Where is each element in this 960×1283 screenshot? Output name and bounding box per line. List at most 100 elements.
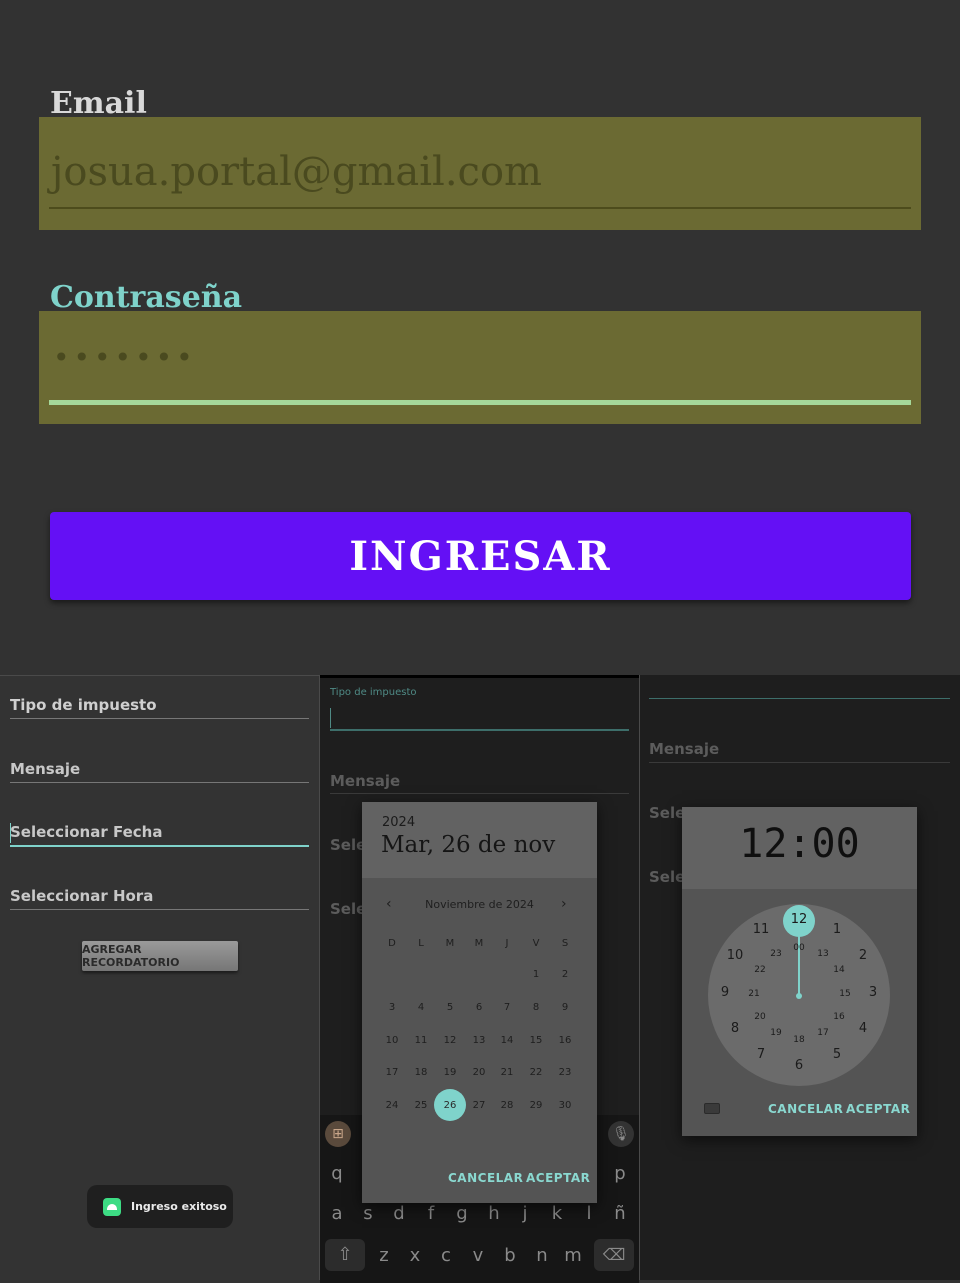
day-cell[interactable]: 27 <box>465 1100 493 1111</box>
day-cell[interactable]: 7 <box>493 1002 521 1013</box>
day-cell[interactable]: 6 <box>465 1002 493 1013</box>
key-d[interactable]: d <box>384 1203 414 1224</box>
day-cell[interactable]: 29 <box>522 1100 550 1111</box>
fecha-input[interactable] <box>10 845 309 847</box>
key-z[interactable]: z <box>369 1245 399 1266</box>
hour-6[interactable]: 6 <box>779 1058 819 1073</box>
key-x[interactable]: x <box>400 1245 430 1266</box>
day-cell[interactable]: 14 <box>493 1035 521 1046</box>
time-cancel-button[interactable]: CANCELAR <box>768 1102 843 1116</box>
hour-11[interactable]: 11 <box>741 922 781 937</box>
day-cell[interactable]: 20 <box>465 1067 493 1078</box>
shift-key-icon[interactable]: ⇧ <box>325 1239 365 1271</box>
day-cell[interactable]: 24 <box>378 1100 406 1111</box>
agregar-recordatorio-button[interactable]: AGREGAR RECORDATORIO <box>82 941 238 971</box>
day-cell[interactable]: 16 <box>551 1035 579 1046</box>
key-a[interactable]: a <box>322 1203 352 1224</box>
day-cell[interactable]: 11 <box>407 1035 435 1046</box>
day-cell[interactable]: 2 <box>551 969 579 980</box>
key-l[interactable]: l <box>574 1203 604 1224</box>
backspace-key-icon[interactable]: ⌫ <box>594 1239 634 1271</box>
key-p[interactable]: p <box>605 1163 635 1184</box>
key-j[interactable]: j <box>510 1203 540 1224</box>
hour-1[interactable]: 1 <box>817 922 857 937</box>
email-field[interactable]: josua.portal@gmail.com <box>39 117 921 230</box>
hour-10[interactable]: 10 <box>715 948 755 963</box>
hour-5[interactable]: 5 <box>817 1047 857 1062</box>
key-b[interactable]: b <box>495 1245 525 1266</box>
clock-face[interactable]: 12 1 2 3 4 5 6 7 8 9 10 11 00 13 14 15 1… <box>708 904 890 1086</box>
day-cell[interactable]: 3 <box>378 1002 406 1013</box>
weekday-label: D <box>388 938 396 949</box>
hour-7[interactable]: 7 <box>741 1047 781 1062</box>
email-label: Email <box>50 86 147 121</box>
day-cell[interactable]: 10 <box>378 1035 406 1046</box>
day-cell[interactable]: 23 <box>551 1067 579 1078</box>
day-cell[interactable]: 17 <box>378 1067 406 1078</box>
hour-19[interactable]: 19 <box>756 1028 796 1038</box>
day-cell[interactable]: 13 <box>465 1035 493 1046</box>
day-cell[interactable]: 19 <box>436 1067 464 1078</box>
day-cell[interactable]: 12 <box>436 1035 464 1046</box>
key-f[interactable]: f <box>416 1203 446 1224</box>
day-cell[interactable]: 5 <box>436 1002 464 1013</box>
android-app-icon <box>103 1197 121 1216</box>
key-n[interactable]: n <box>527 1245 557 1266</box>
ingresar-button[interactable]: INGRESAR <box>50 512 911 600</box>
key-q[interactable]: q <box>322 1163 352 1184</box>
selected-day[interactable]: 26 <box>436 1100 464 1111</box>
day-cell[interactable]: 18 <box>407 1067 435 1078</box>
key-g[interactable]: g <box>447 1203 477 1224</box>
hour-16[interactable]: 16 <box>819 1012 859 1022</box>
mensaje-input[interactable] <box>649 762 950 763</box>
hour-2[interactable]: 2 <box>843 948 883 963</box>
hour-20[interactable]: 20 <box>740 1012 780 1022</box>
time-picker-panel: Mensaje Selec Selec 12:00 12 1 2 3 4 5 6… <box>640 675 960 1280</box>
day-cell[interactable]: 1 <box>522 969 550 980</box>
day-cell[interactable]: 25 <box>407 1100 435 1111</box>
text-cursor <box>330 708 331 728</box>
day-cell[interactable]: 30 <box>551 1100 579 1111</box>
mensaje-input[interactable] <box>10 782 309 783</box>
hour-14[interactable]: 14 <box>819 965 859 975</box>
hour-22[interactable]: 22 <box>740 965 780 975</box>
key-s[interactable]: s <box>353 1203 383 1224</box>
tipo-impuesto-input[interactable] <box>10 718 309 719</box>
hour-4[interactable]: 4 <box>843 1021 883 1036</box>
key-c[interactable]: c <box>431 1245 461 1266</box>
tipo-impuesto-input[interactable] <box>649 698 950 699</box>
hora-input[interactable] <box>10 909 309 910</box>
key-m[interactable]: m <box>558 1245 588 1266</box>
time-picker-header: 12:00 <box>682 807 917 889</box>
password-underline <box>49 400 911 405</box>
hour-15[interactable]: 15 <box>825 989 865 999</box>
day-cell[interactable]: 15 <box>522 1035 550 1046</box>
reminder-form-panel: Tipo de impuesto Mensaje Seleccionar Fec… <box>0 675 319 1280</box>
password-field[interactable]: ••••••• <box>39 311 921 424</box>
day-cell[interactable]: 22 <box>522 1067 550 1078</box>
tipo-impuesto-input[interactable] <box>330 729 629 731</box>
mensaje-input[interactable] <box>330 793 629 794</box>
day-cell[interactable]: 9 <box>551 1002 579 1013</box>
microphone-icon[interactable]: 🎙 <box>608 1121 634 1147</box>
day-cell[interactable]: 21 <box>493 1067 521 1078</box>
time-accept-button[interactable]: ACEPTAR <box>846 1102 910 1116</box>
key-enye[interactable]: ñ <box>605 1203 635 1224</box>
apps-grid-icon[interactable]: ⊞ <box>325 1121 351 1147</box>
day-cell[interactable]: 8 <box>522 1002 550 1013</box>
hour-8[interactable]: 8 <box>715 1021 755 1036</box>
hour-21[interactable]: 21 <box>734 989 774 999</box>
day-cell[interactable]: 4 <box>407 1002 435 1013</box>
date-accept-button[interactable]: ACEPTAR <box>526 1171 590 1185</box>
keyboard-icon[interactable] <box>704 1103 720 1114</box>
hour-13[interactable]: 13 <box>803 949 843 959</box>
key-h[interactable]: h <box>479 1203 509 1224</box>
password-label: Contraseña <box>50 280 243 315</box>
date-cancel-button[interactable]: CANCELAR <box>448 1171 523 1185</box>
hour-12[interactable]: 12 <box>779 912 819 927</box>
hour-23[interactable]: 23 <box>756 949 796 959</box>
clock-center <box>796 993 802 999</box>
key-k[interactable]: k <box>542 1203 572 1224</box>
key-v[interactable]: v <box>463 1245 493 1266</box>
day-cell[interactable]: 28 <box>493 1100 521 1111</box>
